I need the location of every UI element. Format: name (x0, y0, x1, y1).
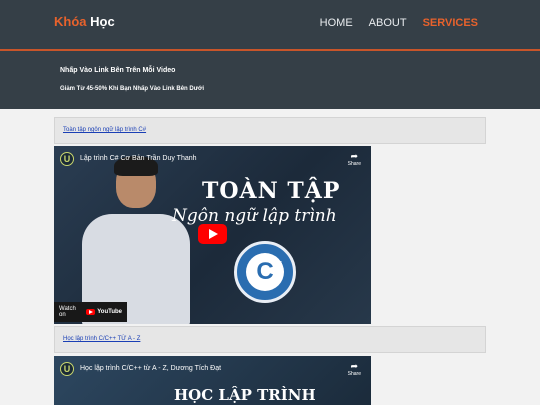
thumb-subheadline: Ngôn ngữ lập trình (172, 206, 337, 226)
site-header: Khóa Học HOME ABOUT SERVICES (0, 0, 540, 50)
logo-part-1: Khóa (54, 14, 87, 29)
youtube-logo-icon: YouTube (86, 309, 122, 315)
play-button[interactable] (198, 224, 227, 244)
course-link-box: Học lập trình C/C++ TỪ A - Z (54, 326, 486, 353)
share-button[interactable]: ➦ Share (348, 361, 361, 378)
nav-services[interactable]: SERVICES (423, 17, 478, 29)
video-title[interactable]: Lập trình C# Cơ Bản Trần Duy Thanh (80, 155, 197, 162)
promo-banner: Nhấp Vào Link Bên Trên Mỗi Video Giảm Từ… (0, 51, 540, 109)
channel-avatar[interactable]: U (60, 362, 74, 376)
main-nav: HOME ABOUT SERVICES (320, 17, 478, 29)
course-link-csharp[interactable]: Toàn tập ngôn ngữ lập trình C# (63, 127, 146, 133)
share-button[interactable]: ➦ Share (348, 151, 361, 168)
nav-about[interactable]: ABOUT (369, 17, 407, 29)
video-embed-c-cpp[interactable]: HỌC LẬP TRÌNH C/C++ U Học lập trình C/C+… (54, 356, 371, 405)
share-icon: ➦ (350, 361, 359, 371)
banner-line-1: Nhấp Vào Link Bên Trên Mỗi Video (60, 67, 176, 74)
video-embed-csharp[interactable]: TOÀN TẬP Ngôn ngữ lập trình C # U Lập tr… (54, 146, 371, 324)
share-icon: ➦ (350, 151, 359, 161)
thumb-headline: TOÀN TẬP (202, 178, 341, 204)
channel-avatar[interactable]: U (60, 152, 74, 166)
banner-line-2: Giảm Từ 45-50% Khi Bạn Nhấp Vào Link Bên… (60, 86, 204, 92)
video-title[interactable]: Học lập trình C/C++ từ A - Z, Dương Tích… (80, 365, 221, 372)
course-link-box: Toàn tập ngôn ngữ lập trình C# (54, 117, 486, 144)
site-logo[interactable]: Khóa Học (54, 14, 115, 29)
thumb-headline: HỌC LẬP TRÌNH C/C++ (174, 386, 316, 405)
course-link-c-cpp[interactable]: Học lập trình C/C++ TỪ A - Z (63, 336, 140, 342)
csharp-logo-icon: C # (234, 241, 296, 303)
nav-home[interactable]: HOME (320, 17, 353, 29)
watch-on-youtube[interactable]: Watch on YouTube (54, 302, 127, 322)
presenter-figure (82, 156, 192, 324)
logo-part-2: Học (90, 14, 115, 29)
